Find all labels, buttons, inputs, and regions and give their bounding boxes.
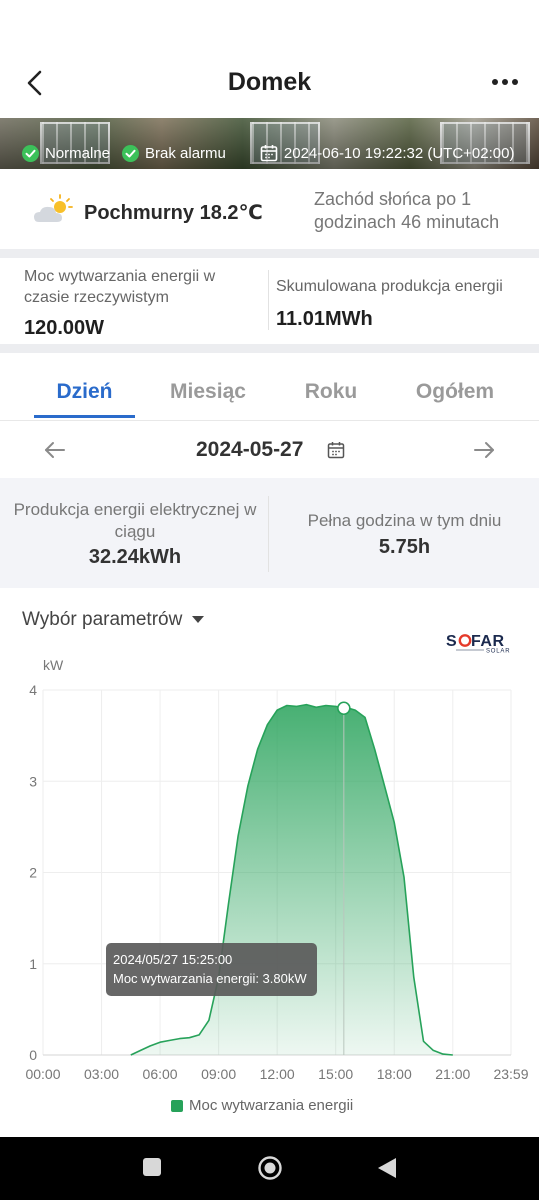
realtime-power-value: 120.00W	[24, 317, 105, 339]
full-hours-value: 5.75h	[378, 536, 431, 558]
selected-point-marker	[337, 701, 351, 716]
cumulative-energy-value: 11.01MWh	[276, 308, 373, 330]
y-tick-label: 1	[29, 956, 37, 972]
section-divider	[0, 344, 539, 353]
calendar-icon	[260, 145, 278, 162]
status-alarm: Brak alarmu	[122, 144, 226, 162]
x-tick-label: 15:00	[318, 1066, 353, 1082]
partly-cloudy-icon	[34, 194, 73, 222]
section-divider	[0, 249, 539, 258]
x-tick-label: 21:00	[435, 1066, 470, 1082]
tab-total[interactable]: Ogółem	[405, 380, 505, 404]
tooltip-time: 2024/05/27 15:25:00	[113, 952, 233, 967]
tabs-divider	[0, 420, 539, 421]
x-tick-label: 03:00	[84, 1066, 119, 1082]
previous-date-arrow-icon[interactable]	[42, 438, 68, 462]
page-title: Domek	[227, 68, 312, 96]
summary-divider	[268, 496, 269, 572]
status-alarm-label: Brak alarmu	[145, 144, 226, 162]
sunset-info: Zachód słońca po 1 godzinach 46 minutach	[314, 189, 500, 232]
daily-production-value: 32.24kWh	[88, 546, 182, 568]
x-tick-label: 06:00	[143, 1066, 178, 1082]
x-tick-label: 23:59	[493, 1066, 528, 1082]
parameter-select[interactable]: Wybór parametrów	[22, 609, 182, 631]
top-bar	[0, 0, 539, 118]
status-normal-label: Normalne	[45, 144, 111, 162]
y-tick-label: 2	[29, 865, 37, 881]
tab-month[interactable]: Miesiąc	[158, 380, 258, 404]
realtime-power-label: Moc wytwarzania energii w czasie rzeczyw…	[24, 268, 216, 306]
home-icon[interactable]	[257, 1155, 283, 1181]
daily-production-label: Produkcja energii elektrycznej w ciągu	[13, 500, 257, 541]
cumulative-energy-label: Skumulowana produkcja energii	[276, 278, 503, 295]
legend-label: Moc wytwarzania energii	[189, 1097, 354, 1114]
tab-year[interactable]: Roku	[290, 380, 372, 404]
full-hours-label: Pełna godzina w tym dniu	[307, 511, 502, 530]
x-tick-label: 00:00	[25, 1066, 60, 1082]
selected-date[interactable]: 2024-05-27	[196, 438, 303, 462]
y-tick-label: 4	[29, 682, 37, 698]
status-row: Normalne Brak alarmu 2024-06-10 19:22:32…	[22, 143, 514, 163]
status-normal: Normalne	[22, 144, 111, 162]
metric-divider	[268, 270, 269, 330]
x-tick-label: 18:00	[377, 1066, 412, 1082]
recent-apps-icon[interactable]	[143, 1158, 161, 1176]
chart-tooltip: 2024/05/27 15:25:00 Moc wytwarzania ener…	[106, 943, 317, 996]
next-date-arrow-icon[interactable]	[471, 438, 497, 462]
y-tick-label: 3	[29, 773, 37, 789]
x-tick-label: 09:00	[201, 1066, 236, 1082]
active-tab-indicator	[34, 415, 135, 418]
chart-legend[interactable]: Moc wytwarzania energii	[171, 1097, 353, 1114]
y-tick-label: 0	[29, 1047, 37, 1063]
check-circle-icon	[122, 144, 140, 162]
power-chart[interactable]: 0 1 2 3 4 kW 00:00 03:00 06:00 09:00 12:00 15:00 18…	[0, 650, 539, 1130]
calendar-icon[interactable]	[327, 441, 345, 459]
tooltip-value: Moc wytwarzania energii: 3.80kW	[113, 971, 307, 986]
svg-text:S: S	[446, 633, 457, 650]
svg-text:FAR: FAR	[471, 633, 505, 650]
tab-day[interactable]: Dzień	[34, 380, 135, 404]
weather-description: Pochmurny 18.2℃	[84, 202, 263, 224]
check-circle-icon	[22, 144, 39, 162]
status-datetime: 2024-06-10 19:22:32 (UTC+02:00)	[283, 144, 515, 162]
legend-swatch	[171, 1099, 183, 1112]
y-axis-unit-label: kW	[43, 657, 64, 673]
x-tick-label: 12:00	[260, 1066, 295, 1082]
more-options-icon[interactable]	[491, 74, 519, 90]
system-back-icon[interactable]	[377, 1157, 397, 1179]
caret-down-icon[interactable]	[192, 616, 204, 624]
